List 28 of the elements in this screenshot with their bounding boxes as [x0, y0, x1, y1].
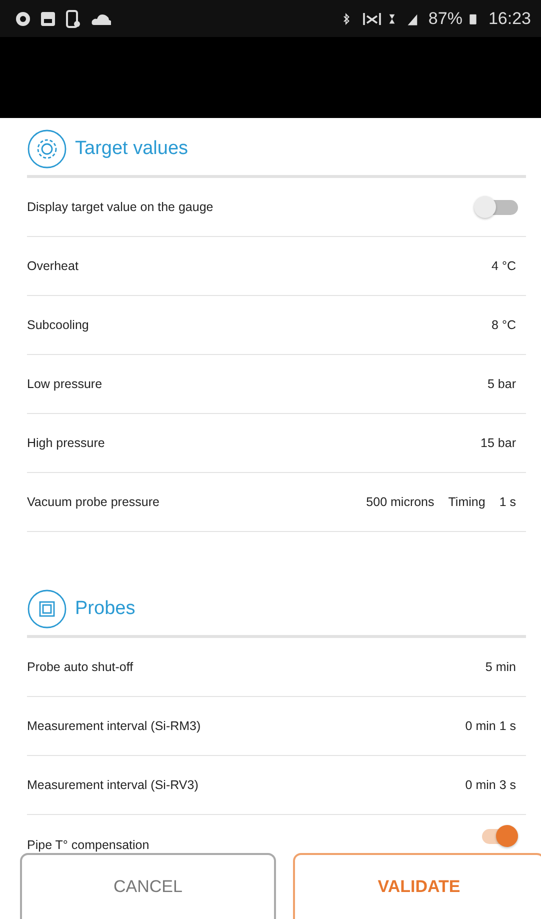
setting-label: Measurement interval (Si-RV3): [27, 778, 198, 792]
setting-label: High pressure: [27, 436, 105, 450]
setting-label: Probe auto shut-off: [27, 660, 134, 674]
setting-label: Subcooling: [27, 318, 89, 332]
setting-label: Display target value on the gauge: [27, 200, 214, 214]
setting-value[interactable]: 15 bar: [480, 436, 516, 450]
cancel-button[interactable]: CANCEL: [20, 853, 276, 919]
battery-percentage: 87%: [428, 8, 462, 28]
setting-value[interactable]: 0 min 1 s: [465, 719, 516, 733]
setting-value[interactable]: 5 bar: [488, 377, 516, 391]
toggle-switch[interactable]: [474, 196, 518, 218]
setting-value[interactable]: 4 °C: [492, 259, 516, 273]
section-title: Probes: [75, 598, 136, 620]
image-icon: [39, 10, 57, 28]
setting-label: Measurement interval (Si-RM3): [27, 719, 201, 733]
setting-value[interactable]: 0 min 3 s: [465, 778, 516, 792]
setting-label: Vacuum probe pressure: [27, 495, 160, 509]
setting-value[interactable]: 1 s: [499, 495, 516, 509]
setting-value[interactable]: 500 microns: [366, 495, 434, 509]
phone-icon: [64, 10, 82, 28]
setting-label: Overheat: [27, 259, 78, 273]
setting-label: Low pressure: [27, 377, 102, 391]
setting-value[interactable]: Timing: [448, 495, 486, 509]
setting-label: Pipe T° compensation: [27, 838, 150, 852]
section-title: Target values: [75, 138, 188, 160]
setting-value[interactable]: 8 °C: [492, 318, 516, 332]
clock-time: 16:23: [488, 8, 531, 28]
setting-value[interactable]: 5 min: [485, 660, 516, 674]
